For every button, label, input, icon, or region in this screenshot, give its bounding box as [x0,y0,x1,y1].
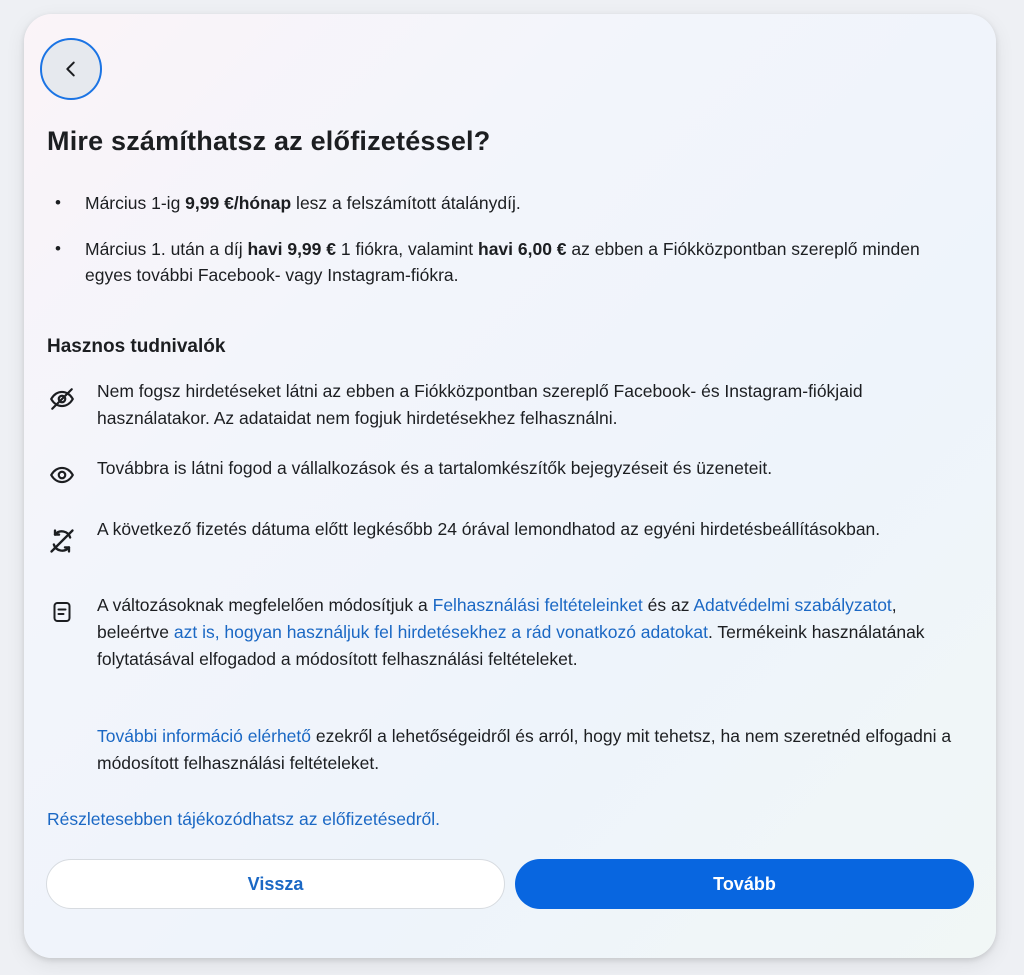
bullet-icon: • [55,239,61,258]
ads-data-usage-link[interactable]: azt is, hogyan használjuk fel hirdetések… [174,622,708,642]
back-text-button[interactable]: Vissza [46,859,505,909]
pricing-text: Március 1. után a díj [85,239,248,259]
pricing-list: • Március 1-ig 9,99 €/hónap lesz a felsz… [47,190,967,288]
privacy-policy-link[interactable]: Adatvédelmi szabályzatot [693,595,891,615]
eye-icon [47,460,77,490]
pricing-text: 1 fiókra, valamint [336,239,478,259]
info-text: Nem fogsz hirdetéseket látni az ebben a … [97,381,863,428]
info-item-terms: A változásoknak megfelelően módosítjuk a… [47,592,967,673]
bullet-icon: • [55,193,61,212]
chevron-left-icon [66,61,75,77]
info-text: A következő fizetés dátuma előtt legkéső… [97,519,881,539]
useful-info-heading: Hasznos tudnivalók [47,336,226,357]
pricing-amount: 9,99 €/hónap [185,193,292,213]
info-item-content: Továbbra is látni fogod a vállalkozások … [47,455,967,484]
pricing-amount: havi 9,99 € [247,239,336,259]
dialog-title: Mire számíthatsz az előfizetéssel? [47,126,491,156]
next-button[interactable]: Tovább [515,859,974,909]
back-button[interactable] [40,38,102,100]
info-item-cancel: A következő fizetés dátuma előtt legkéső… [47,516,967,553]
more-info-link[interactable]: További információ elérhető [97,726,311,746]
document-icon [47,597,77,627]
info-text: További információ elérhető ezekről a le… [97,723,967,777]
pricing-amount: havi 6,00 € [478,239,567,259]
info-item-more: További információ elérhető ezekről a le… [47,723,967,777]
subscription-details-link[interactable]: Részletesebben tájékozódhatsz az előfize… [47,806,440,832]
terms-text: és az [642,595,694,615]
pricing-text: lesz a felszámított átalánydíj. [291,193,521,213]
subscription-info-dialog: Mire számíthatsz az előfizetéssel? • Már… [24,14,996,958]
pricing-text: Március 1-ig [85,193,186,213]
eye-off-icon [47,384,77,414]
info-text: A változásoknak megfelelően módosítjuk a… [97,592,967,673]
terms-of-use-link[interactable]: Felhasználási feltételeinket [433,595,643,615]
info-text: Továbbra is látni fogod a vállalkozások … [97,458,773,478]
pricing-item-after-march: • Március 1. után a díj havi 9,99 € 1 fi… [47,236,967,288]
terms-text: A változásoknak megfelelően módosítjuk a [97,595,433,615]
info-item-no-ads: Nem fogsz hirdetéseket látni az ebben a … [47,378,967,432]
cancel-subscription-icon [47,526,77,556]
pricing-item-until-march: • Március 1-ig 9,99 €/hónap lesz a felsz… [47,190,967,216]
